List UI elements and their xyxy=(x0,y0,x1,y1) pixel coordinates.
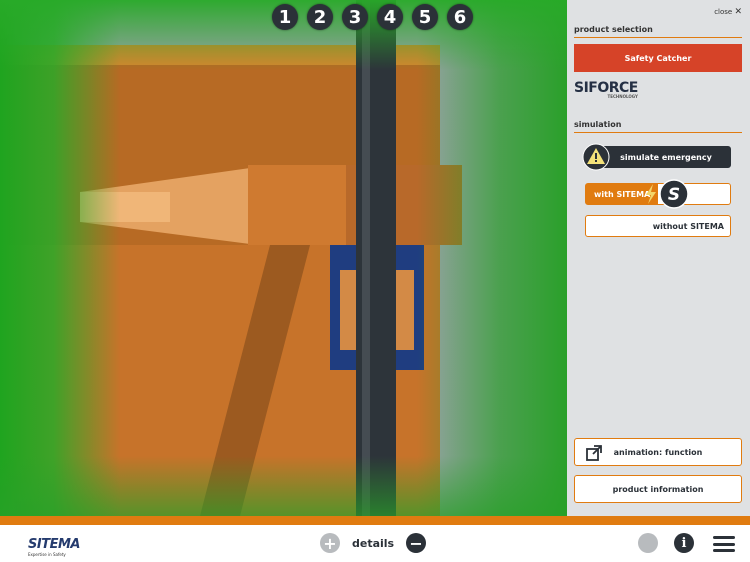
with-sitema-button[interactable]: with SITEMA S xyxy=(585,179,731,209)
menu-line xyxy=(713,536,735,539)
step-5-button[interactable]: 5 xyxy=(412,4,438,30)
with-sitema-label: with SITEMA xyxy=(594,189,651,199)
divider xyxy=(574,37,742,38)
siforce-logo: SIFORCE TECHNOLOGY xyxy=(574,80,638,99)
step-navigation: 1 2 3 4 5 6 xyxy=(272,4,473,30)
sitema-logo: SITEMA Expertise in Safety xyxy=(28,533,80,557)
divider xyxy=(574,132,742,133)
simulate-emergency-label: simulate emergency xyxy=(620,152,712,162)
info-icon[interactable]: i xyxy=(674,533,694,553)
without-sitema-label: without SITEMA xyxy=(652,221,724,231)
details-zoom-control: + details − xyxy=(320,533,427,553)
footer-accent-bar xyxy=(0,516,750,525)
step-4-button[interactable]: 4 xyxy=(377,4,403,30)
animation-function-button[interactable]: animation: function xyxy=(574,438,742,466)
bottom-toolbar: SITEMA Expertise in Safety + details − i xyxy=(0,525,750,562)
step-3-button[interactable]: 3 xyxy=(342,4,368,30)
animation-function-label: animation: function xyxy=(613,447,703,457)
product-information-label: product information xyxy=(612,484,704,494)
details-label: details xyxy=(352,536,395,550)
simulation-title: simulation xyxy=(574,120,622,129)
close-label: close xyxy=(714,8,733,16)
svg-text:S: S xyxy=(668,185,680,205)
step-1-button[interactable]: 1 xyxy=(272,4,298,30)
plus-icon[interactable]: + xyxy=(320,533,340,553)
minus-icon[interactable]: − xyxy=(406,533,427,553)
sitema-logo-text: SITEMA xyxy=(28,537,80,552)
globe-icon[interactable] xyxy=(638,533,658,553)
s-logo-icon: S xyxy=(659,179,689,209)
external-link-icon xyxy=(586,445,602,461)
side-panel: close ✕ product selection Safety Catcher… xyxy=(567,0,750,516)
step-2-button[interactable]: 2 xyxy=(307,4,333,30)
product-selection-title: product selection xyxy=(574,25,653,34)
green-glow-left xyxy=(0,0,120,516)
simulation-viewport[interactable]: 1 2 3 4 5 6 xyxy=(0,0,567,516)
step-6-button[interactable]: 6 xyxy=(447,4,473,30)
warning-icon xyxy=(582,143,610,171)
sitema-logo-tagline: Expertise in Safety xyxy=(28,552,66,557)
menu-icon[interactable] xyxy=(713,536,735,552)
menu-line xyxy=(713,549,735,552)
without-sitema-button[interactable]: without SITEMA xyxy=(585,215,731,237)
close-button[interactable]: close ✕ xyxy=(714,7,742,17)
simulate-emergency-button[interactable]: simulate emergency xyxy=(582,143,731,171)
green-glow-bottom xyxy=(0,456,567,516)
lightning-icon xyxy=(646,184,656,204)
close-icon: ✕ xyxy=(734,7,742,17)
product-select-button[interactable]: Safety Catcher xyxy=(574,44,742,72)
menu-line xyxy=(713,542,735,546)
product-information-button[interactable]: product information xyxy=(574,475,742,503)
green-glow-right xyxy=(417,0,567,516)
